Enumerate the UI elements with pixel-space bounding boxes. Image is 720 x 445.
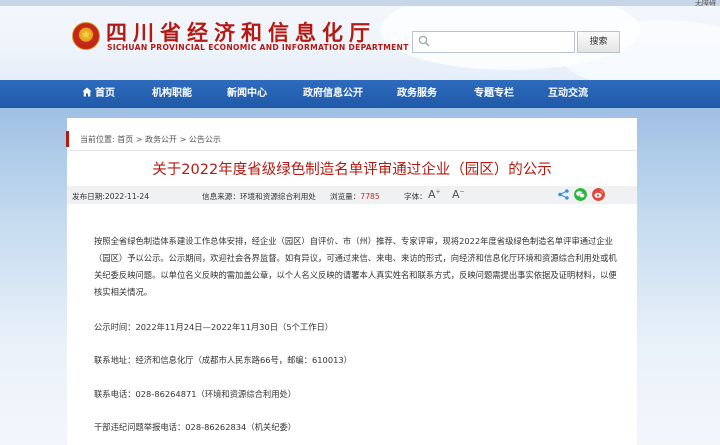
- report-phone: 干部违纪问题举报电话：028-86262834（机关纪委）: [94, 422, 297, 432]
- top-utility-bar: 无障碍: [0, 0, 720, 8]
- publish-date: 发布日期:2022-11-24: [72, 192, 150, 201]
- nav-item-home[interactable]: 首页: [82, 80, 115, 108]
- font-size-label: 字体：: [404, 192, 427, 201]
- font-smaller-label: A: [452, 188, 460, 201]
- search-button[interactable]: 搜索: [577, 31, 620, 53]
- info-source: 信息来源：环境和资源综合利用处: [202, 192, 316, 201]
- contact-address: 联系地址：经济和信息化厅（成都市人民东路66号，邮编：610013）: [94, 355, 352, 365]
- breadcrumb-marker: [66, 131, 69, 147]
- font-smaller-button[interactable]: A−: [452, 188, 465, 201]
- view-count: 浏览量：7785: [330, 191, 380, 202]
- search-icon: [418, 35, 430, 47]
- notice-period: 公示时间：2022年11月24日—2022年11月30日（5个工作日）: [94, 322, 334, 332]
- article-paragraph: 按照全省绿色制造体系建设工作总体安排，经企业（园区）自评价、市（州）推荐、专家评…: [94, 236, 617, 297]
- nav-item-news[interactable]: 新闻中心: [227, 80, 267, 108]
- view-count-value: 7785: [360, 192, 380, 201]
- main-nav: 首页 机构职能 新闻中心 政府信息公开 政务服务 专题专栏 互动交流: [0, 80, 720, 108]
- share-icon[interactable]: [557, 188, 570, 201]
- divider: [67, 150, 637, 151]
- breadcrumb[interactable]: 当前位置: 首页 > 政务公开 > 公告公示: [80, 134, 221, 145]
- nav-item-special-topics[interactable]: 专题专栏: [474, 80, 514, 108]
- weibo-icon[interactable]: [592, 188, 605, 201]
- font-larger-button[interactable]: A+: [428, 188, 441, 201]
- site-subtitle: SICHUAN PROVINCIAL ECONOMIC AND INFORMAT…: [107, 43, 409, 52]
- home-icon: [82, 87, 92, 97]
- nav-item-gov-info[interactable]: 政府信息公开: [303, 80, 363, 108]
- view-count-label: 浏览量：: [330, 192, 361, 201]
- search-input[interactable]: [435, 34, 571, 50]
- nav-item-organization[interactable]: 机构职能: [152, 80, 192, 108]
- accessibility-link[interactable]: 无障碍: [695, 0, 716, 8]
- nav-item-interaction[interactable]: 互动交流: [548, 80, 588, 108]
- article-title: 关于2022年度省级绿色制造名单评审通过企业（园区）的公示: [152, 162, 552, 178]
- nav-item-services[interactable]: 政务服务: [397, 80, 437, 108]
- nav-item-label: 首页: [95, 88, 115, 99]
- national-emblem-icon: [72, 22, 100, 50]
- wechat-icon[interactable]: [574, 188, 587, 201]
- search-box[interactable]: [412, 31, 575, 53]
- font-larger-label: A: [428, 188, 436, 201]
- contact-phone: 联系电话：028-86264871（环境和资源综合利用处）: [94, 389, 297, 399]
